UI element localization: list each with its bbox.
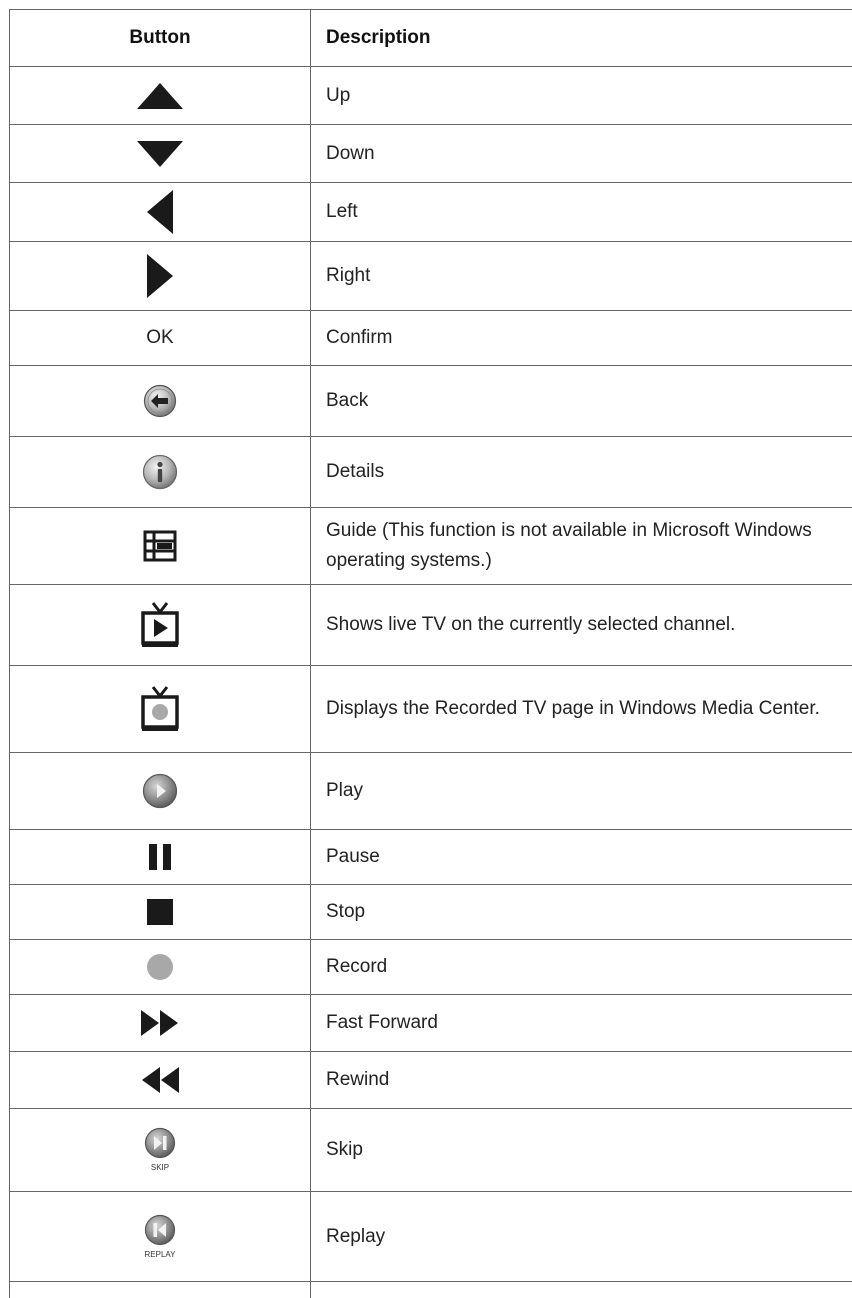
table-row: OK Confirm bbox=[9, 311, 852, 366]
table-header-row: Button Description bbox=[9, 9, 852, 67]
description-cell: Skip bbox=[326, 1139, 363, 1160]
up-triangle-icon bbox=[137, 82, 183, 109]
description-cell: Record bbox=[326, 956, 388, 977]
table-row: Right bbox=[9, 242, 852, 311]
button-cell bbox=[9, 585, 311, 665]
description-cell: Pause bbox=[326, 846, 380, 867]
recorded-tv-icon bbox=[141, 686, 179, 731]
description-cell: Stop bbox=[326, 901, 366, 922]
table-row: Play bbox=[9, 753, 852, 830]
info-icon bbox=[142, 454, 178, 490]
play-icon bbox=[142, 773, 178, 809]
header-description: Description bbox=[326, 27, 431, 48]
button-cell bbox=[9, 885, 311, 939]
record-icon bbox=[147, 954, 173, 980]
button-cell: SKIP bbox=[9, 1109, 311, 1191]
table-row: Back bbox=[9, 366, 852, 437]
description-cell: Shows live TV on the currently selected … bbox=[326, 614, 736, 635]
description-cell: Confirm bbox=[326, 327, 393, 348]
description-cell: Down bbox=[326, 142, 375, 164]
description-cell: Rewind bbox=[326, 1069, 390, 1090]
description-cell: Right bbox=[326, 265, 371, 286]
table-row: Fast Forward bbox=[9, 995, 852, 1052]
down-triangle-icon bbox=[137, 140, 183, 167]
table-row: Pause bbox=[9, 830, 852, 885]
button-description-table: Button Description Up Down Left Right OK… bbox=[9, 9, 852, 1282]
guide-grid-icon bbox=[143, 530, 177, 562]
table-row: Displays the Recorded TV page in Windows… bbox=[9, 666, 852, 753]
skip-icon: SKIP bbox=[144, 1127, 176, 1172]
stop-icon bbox=[147, 899, 173, 925]
description-cell: Play bbox=[326, 780, 363, 801]
table-row: REPLAY Replay bbox=[9, 1192, 852, 1282]
button-cell bbox=[9, 437, 311, 507]
description-cell: Back bbox=[326, 390, 369, 411]
ok-button-label: OK bbox=[146, 327, 174, 348]
replay-icon: REPLAY bbox=[145, 1214, 177, 1259]
description-cell: Details bbox=[326, 461, 385, 482]
button-cell bbox=[9, 995, 311, 1051]
rewind-icon bbox=[142, 1067, 179, 1093]
table-continuation bbox=[9, 1281, 311, 1298]
button-cell bbox=[9, 753, 311, 829]
fast-forward-icon bbox=[141, 1010, 178, 1036]
button-cell: REPLAY bbox=[9, 1192, 311, 1281]
skip-icon-label: SKIP bbox=[151, 1163, 169, 1172]
button-cell bbox=[9, 830, 311, 884]
description-cell: Fast Forward bbox=[326, 1012, 438, 1033]
description-cell: Up bbox=[326, 84, 351, 106]
live-tv-icon bbox=[141, 602, 179, 647]
left-triangle-icon bbox=[147, 190, 173, 234]
right-triangle-icon bbox=[147, 254, 173, 298]
replay-icon-label: REPLAY bbox=[145, 1250, 177, 1259]
description-cell: Guide (This function is not available in… bbox=[326, 520, 812, 571]
button-cell bbox=[9, 125, 311, 182]
button-cell bbox=[9, 67, 311, 124]
back-arrow-icon bbox=[143, 384, 177, 418]
table-row: Shows live TV on the currently selected … bbox=[9, 585, 852, 666]
table-row: Stop bbox=[9, 885, 852, 940]
button-cell bbox=[9, 940, 311, 994]
button-cell bbox=[9, 508, 311, 584]
table-row: Rewind bbox=[9, 1052, 852, 1109]
header-button: Button bbox=[9, 10, 311, 66]
button-cell: OK bbox=[9, 311, 311, 365]
table-row: Details bbox=[9, 437, 852, 508]
description-cell: Displays the Recorded TV page in Windows… bbox=[326, 698, 820, 719]
table-row: Guide (This function is not available in… bbox=[9, 508, 852, 585]
button-cell bbox=[9, 366, 311, 436]
table-row: SKIP Skip bbox=[9, 1109, 852, 1192]
description-cell: Replay bbox=[326, 1225, 386, 1247]
table-row: Left bbox=[9, 183, 852, 242]
table-row: Down bbox=[9, 125, 852, 183]
button-cell bbox=[9, 242, 311, 310]
table-row: Up bbox=[9, 67, 852, 125]
description-cell: Left bbox=[326, 201, 358, 222]
pause-icon bbox=[149, 844, 171, 870]
button-cell bbox=[9, 183, 311, 241]
button-cell bbox=[9, 666, 311, 752]
button-cell bbox=[9, 1052, 311, 1108]
table-row: Record bbox=[9, 940, 852, 995]
